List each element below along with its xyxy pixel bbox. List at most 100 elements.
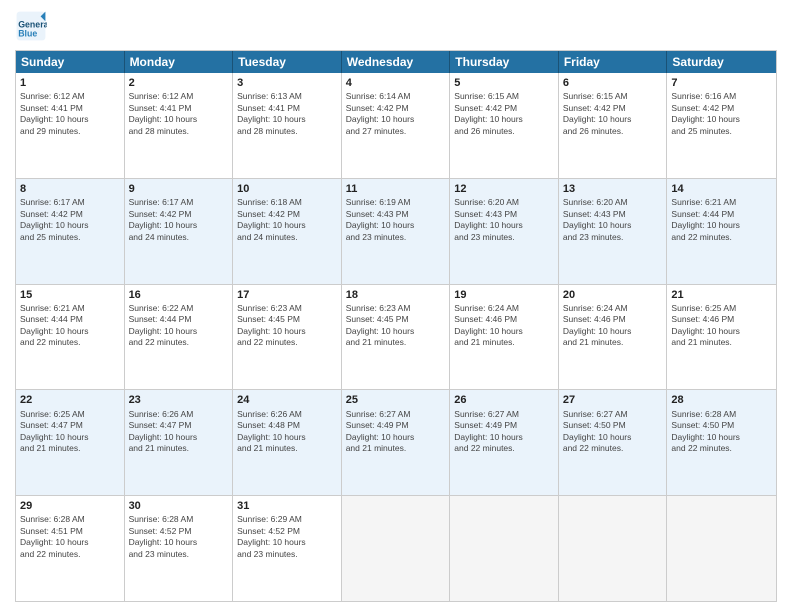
day-info: Sunrise: 6:28 AM Sunset: 4:50 PM Dayligh… <box>671 409 772 455</box>
day-cell-21: 21Sunrise: 6:25 AM Sunset: 4:46 PM Dayli… <box>667 285 776 390</box>
header: General Blue <box>15 10 777 42</box>
logo-icon: General Blue <box>15 10 47 42</box>
day-info: Sunrise: 6:25 AM Sunset: 4:46 PM Dayligh… <box>671 303 772 349</box>
day-cell-4: 4Sunrise: 6:14 AM Sunset: 4:42 PM Daylig… <box>342 73 451 178</box>
day-info: Sunrise: 6:22 AM Sunset: 4:44 PM Dayligh… <box>129 303 229 349</box>
day-cell-3: 3Sunrise: 6:13 AM Sunset: 4:41 PM Daylig… <box>233 73 342 178</box>
day-cell-7: 7Sunrise: 6:16 AM Sunset: 4:42 PM Daylig… <box>667 73 776 178</box>
day-cell-2: 2Sunrise: 6:12 AM Sunset: 4:41 PM Daylig… <box>125 73 234 178</box>
day-cell-16: 16Sunrise: 6:22 AM Sunset: 4:44 PM Dayli… <box>125 285 234 390</box>
day-info: Sunrise: 6:20 AM Sunset: 4:43 PM Dayligh… <box>563 197 663 243</box>
day-number: 25 <box>346 393 446 407</box>
header-cell-thursday: Thursday <box>450 51 559 73</box>
day-info: Sunrise: 6:28 AM Sunset: 4:52 PM Dayligh… <box>129 514 229 560</box>
day-cell-25: 25 Sunrise: 6:27 AM Sunset: 4:49 PM Dayli… <box>342 390 451 495</box>
day-cell-23: 23 Sunrise: 6:26 AM Sunset: 4:47 PM Dayli… <box>125 390 234 495</box>
day-cell-19: 19Sunrise: 6:24 AM Sunset: 4:46 PM Dayli… <box>450 285 559 390</box>
empty-cell <box>342 496 451 601</box>
day-info: Sunrise: 6:12 AM Sunset: 4:41 PM Dayligh… <box>20 91 120 137</box>
day-cell-13: 13Sunrise: 6:20 AM Sunset: 4:43 PM Dayli… <box>559 179 668 284</box>
day-cell-11: 11Sunrise: 6:19 AM Sunset: 4:43 PM Dayli… <box>342 179 451 284</box>
day-info: Sunrise: 6:14 AM Sunset: 4:42 PM Dayligh… <box>346 91 446 137</box>
empty-cell <box>450 496 559 601</box>
day-cell-9: 9Sunrise: 6:17 AM Sunset: 4:42 PM Daylig… <box>125 179 234 284</box>
day-info: Sunrise: 6:21 AM Sunset: 4:44 PM Dayligh… <box>671 197 772 243</box>
day-cell-1: 1Sunrise: 6:12 AM Sunset: 4:41 PM Daylig… <box>16 73 125 178</box>
day-info: Sunrise: 6:29 AM Sunset: 4:52 PM Dayligh… <box>237 514 337 560</box>
day-info: Sunrise: 6:15 AM Sunset: 4:42 PM Dayligh… <box>454 91 554 137</box>
day-number: 14 <box>671 182 772 196</box>
day-number: 9 <box>129 182 229 196</box>
header-cell-wednesday: Wednesday <box>342 51 451 73</box>
calendar-row-4: 29Sunrise: 6:28 AM Sunset: 4:51 PM Dayli… <box>16 495 776 601</box>
day-cell-20: 20Sunrise: 6:24 AM Sunset: 4:46 PM Dayli… <box>559 285 668 390</box>
logo: General Blue <box>15 10 51 42</box>
day-cell-24: 24 Sunrise: 6:26 AM Sunset: 4:48 PM Dayli… <box>233 390 342 495</box>
day-info: Sunrise: 6:25 AM Sunset: 4:47 PM Dayligh… <box>20 409 120 455</box>
day-info: Sunrise: 6:17 AM Sunset: 4:42 PM Dayligh… <box>20 197 120 243</box>
day-cell-5: 5Sunrise: 6:15 AM Sunset: 4:42 PM Daylig… <box>450 73 559 178</box>
day-number: 31 <box>237 499 337 513</box>
day-number: 30 <box>129 499 229 513</box>
day-number: 13 <box>563 182 663 196</box>
day-info: Sunrise: 6:15 AM Sunset: 4:42 PM Dayligh… <box>563 91 663 137</box>
day-info: Sunrise: 6:23 AM Sunset: 4:45 PM Dayligh… <box>346 303 446 349</box>
day-number: 1 <box>20 76 120 90</box>
calendar-body: 1Sunrise: 6:12 AM Sunset: 4:41 PM Daylig… <box>16 73 776 601</box>
calendar-row-3: 22 Sunrise: 6:25 AM Sunset: 4:47 PM Dayli… <box>16 389 776 495</box>
day-number: 18 <box>346 288 446 302</box>
day-cell-10: 10Sunrise: 6:18 AM Sunset: 4:42 PM Dayli… <box>233 179 342 284</box>
day-cell-14: 14Sunrise: 6:21 AM Sunset: 4:44 PM Dayli… <box>667 179 776 284</box>
day-cell-6: 6Sunrise: 6:15 AM Sunset: 4:42 PM Daylig… <box>559 73 668 178</box>
header-cell-tuesday: Tuesday <box>233 51 342 73</box>
day-number: 24 <box>237 393 337 407</box>
day-number: 20 <box>563 288 663 302</box>
day-info: Sunrise: 6:16 AM Sunset: 4:42 PM Dayligh… <box>671 91 772 137</box>
day-cell-28: 28 Sunrise: 6:28 AM Sunset: 4:50 PM Dayli… <box>667 390 776 495</box>
day-info: Sunrise: 6:27 AM Sunset: 4:49 PM Dayligh… <box>454 409 554 455</box>
day-cell-17: 17Sunrise: 6:23 AM Sunset: 4:45 PM Dayli… <box>233 285 342 390</box>
empty-cell <box>667 496 776 601</box>
page: General Blue SundayMondayTuesdayWednesda… <box>0 0 792 612</box>
day-info: Sunrise: 6:19 AM Sunset: 4:43 PM Dayligh… <box>346 197 446 243</box>
svg-text:Blue: Blue <box>18 28 37 38</box>
day-number: 28 <box>671 393 772 407</box>
day-info: Sunrise: 6:24 AM Sunset: 4:46 PM Dayligh… <box>454 303 554 349</box>
day-number: 8 <box>20 182 120 196</box>
day-cell-27: 27Sunrise: 6:27 AM Sunset: 4:50 PM Dayli… <box>559 390 668 495</box>
day-info: Sunrise: 6:24 AM Sunset: 4:46 PM Dayligh… <box>563 303 663 349</box>
day-number: 22 <box>20 393 120 407</box>
calendar: SundayMondayTuesdayWednesdayThursdayFrid… <box>15 50 777 602</box>
day-cell-26: 26 Sunrise: 6:27 AM Sunset: 4:49 PM Dayli… <box>450 390 559 495</box>
day-number: 6 <box>563 76 663 90</box>
day-number: 5 <box>454 76 554 90</box>
day-number: 17 <box>237 288 337 302</box>
day-info: Sunrise: 6:13 AM Sunset: 4:41 PM Dayligh… <box>237 91 337 137</box>
day-info: Sunrise: 6:26 AM Sunset: 4:47 PM Dayligh… <box>129 409 229 455</box>
day-number: 29 <box>20 499 120 513</box>
day-number: 26 <box>454 393 554 407</box>
day-number: 23 <box>129 393 229 407</box>
day-info: Sunrise: 6:17 AM Sunset: 4:42 PM Dayligh… <box>129 197 229 243</box>
day-number: 11 <box>346 182 446 196</box>
day-number: 19 <box>454 288 554 302</box>
day-info: Sunrise: 6:27 AM Sunset: 4:49 PM Dayligh… <box>346 409 446 455</box>
day-number: 15 <box>20 288 120 302</box>
day-cell-12: 12Sunrise: 6:20 AM Sunset: 4:43 PM Dayli… <box>450 179 559 284</box>
day-number: 21 <box>671 288 772 302</box>
header-cell-saturday: Saturday <box>667 51 776 73</box>
day-number: 3 <box>237 76 337 90</box>
calendar-row-0: 1Sunrise: 6:12 AM Sunset: 4:41 PM Daylig… <box>16 73 776 178</box>
day-info: Sunrise: 6:26 AM Sunset: 4:48 PM Dayligh… <box>237 409 337 455</box>
calendar-header: SundayMondayTuesdayWednesdayThursdayFrid… <box>16 51 776 73</box>
header-cell-sunday: Sunday <box>16 51 125 73</box>
day-number: 12 <box>454 182 554 196</box>
calendar-row-2: 15Sunrise: 6:21 AM Sunset: 4:44 PM Dayli… <box>16 284 776 390</box>
day-cell-31: 31Sunrise: 6:29 AM Sunset: 4:52 PM Dayli… <box>233 496 342 601</box>
day-number: 10 <box>237 182 337 196</box>
calendar-row-1: 8Sunrise: 6:17 AM Sunset: 4:42 PM Daylig… <box>16 178 776 284</box>
day-cell-30: 30Sunrise: 6:28 AM Sunset: 4:52 PM Dayli… <box>125 496 234 601</box>
day-info: Sunrise: 6:18 AM Sunset: 4:42 PM Dayligh… <box>237 197 337 243</box>
day-info: Sunrise: 6:28 AM Sunset: 4:51 PM Dayligh… <box>20 514 120 560</box>
day-cell-18: 18Sunrise: 6:23 AM Sunset: 4:45 PM Dayli… <box>342 285 451 390</box>
